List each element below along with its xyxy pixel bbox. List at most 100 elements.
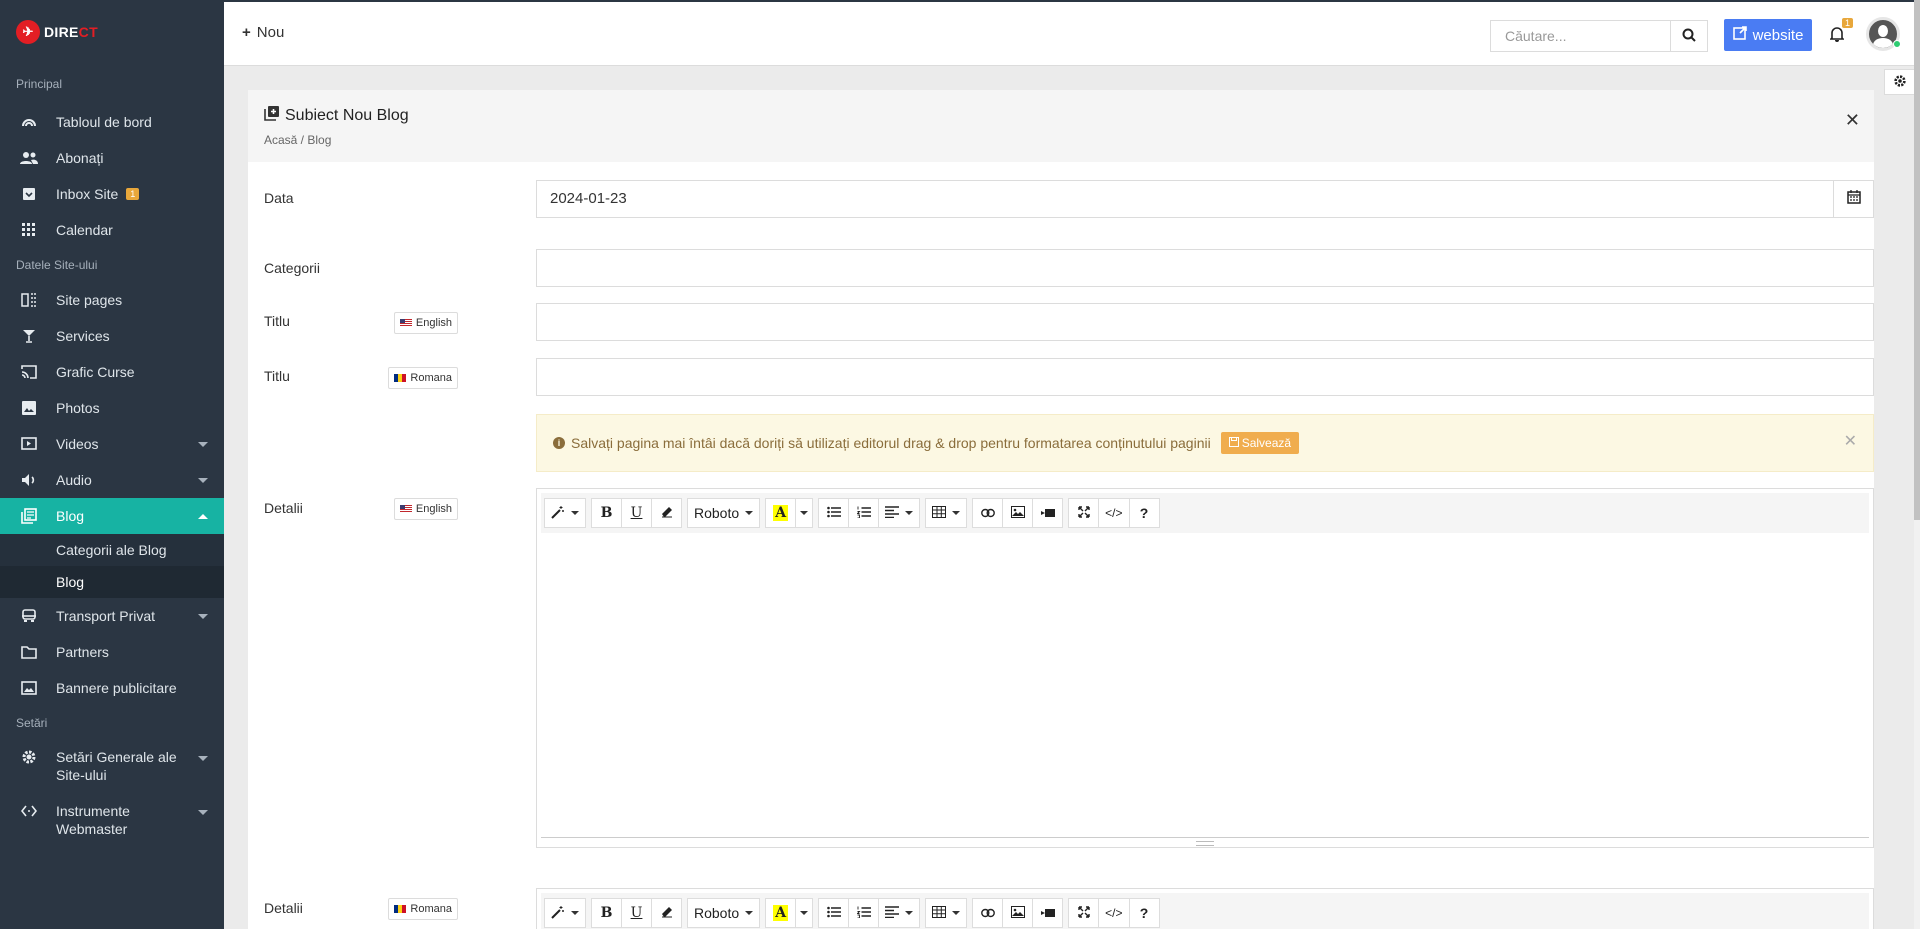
- help-button[interactable]: ?: [1128, 498, 1160, 528]
- sidebar-item-general-settings[interactable]: Setări Generale ale Site-ului: [0, 740, 224, 794]
- date-field[interactable]: 2024-01-23: [536, 180, 1874, 218]
- sidebar-item-transport[interactable]: Transport Privat: [0, 598, 224, 634]
- date-value: 2024-01-23: [550, 190, 627, 207]
- underline-button[interactable]: U: [621, 498, 652, 528]
- sidebar-subitem-blog[interactable]: Blog: [0, 566, 224, 598]
- breadcrumb[interactable]: Acasă / Blog: [264, 133, 1858, 147]
- help-button[interactable]: ?: [1128, 898, 1160, 928]
- drag-drop-alert: i Salvați pagina mai întâi dacă doriți s…: [536, 414, 1874, 472]
- color-dropdown-button[interactable]: [795, 498, 814, 528]
- search-icon: [1682, 28, 1696, 45]
- link-button[interactable]: [972, 898, 1004, 928]
- chevron-down-icon: [952, 511, 961, 515]
- video-button[interactable]: [1032, 898, 1064, 928]
- website-button[interactable]: website: [1724, 19, 1812, 51]
- align-dropdown[interactable]: [878, 498, 921, 528]
- save-button[interactable]: Salvează: [1220, 432, 1300, 454]
- scrollbar[interactable]: [1914, 0, 1920, 929]
- fullscreen-button[interactable]: [1068, 498, 1100, 528]
- bullet-list-button[interactable]: [818, 498, 850, 528]
- sidebar-item-audio[interactable]: Audio: [0, 462, 224, 498]
- numbered-list-button[interactable]: [848, 898, 880, 928]
- sidebar-item-subscribers[interactable]: Abonați: [0, 140, 224, 176]
- eraser-button[interactable]: [651, 498, 682, 528]
- highlight-color-button[interactable]: A: [765, 898, 797, 928]
- save-button-label: Salvează: [1241, 436, 1292, 450]
- magic-wand-button[interactable]: [544, 498, 586, 528]
- table-icon: [932, 505, 947, 521]
- scrollbar-thumb[interactable]: [1914, 0, 1920, 520]
- table-dropdown[interactable]: [925, 498, 968, 528]
- gear-icon: [1893, 74, 1907, 91]
- notification-badge: 1: [1842, 18, 1854, 28]
- sidebar-item-label: Bannere publicitare: [56, 680, 177, 696]
- panel-header: Subiect Nou Blog Acasă / Blog ✕: [248, 90, 1874, 162]
- align-left-icon: [885, 505, 900, 521]
- details-label: Detalii: [264, 900, 303, 916]
- ro-flag-icon: [394, 905, 407, 913]
- website-label: website: [1752, 26, 1804, 44]
- new-button[interactable]: + Nou: [242, 24, 284, 41]
- close-icon[interactable]: ✕: [1845, 110, 1860, 131]
- sidebar-item-videos[interactable]: Videos: [0, 426, 224, 462]
- chevron-down-icon: [800, 511, 809, 515]
- underline-button[interactable]: U: [621, 898, 652, 928]
- font-family-dropdown[interactable]: Roboto: [687, 498, 761, 528]
- sidebar-item-banners[interactable]: Bannere publicitare: [0, 670, 224, 706]
- info-icon: i: [553, 437, 565, 449]
- title-en-field[interactable]: [536, 303, 1874, 341]
- color-dropdown-button[interactable]: [795, 898, 814, 928]
- sidebar-item-calendar[interactable]: Calendar: [0, 212, 224, 248]
- bold-button[interactable]: B: [591, 498, 622, 528]
- calendar-button[interactable]: [1833, 181, 1873, 217]
- plus-icon: +: [242, 24, 251, 41]
- code-view-button[interactable]: </>: [1098, 898, 1130, 928]
- alert-close-icon[interactable]: ✕: [1844, 431, 1857, 451]
- editor-content-area[interactable]: [537, 537, 1873, 837]
- sidebar-item-grafic-curse[interactable]: Grafic Curse: [0, 354, 224, 390]
- eraser-button[interactable]: [651, 898, 682, 928]
- highlight-color-button[interactable]: A: [765, 498, 797, 528]
- align-dropdown[interactable]: [878, 898, 921, 928]
- link-icon: [980, 505, 995, 521]
- blog-form-panel: Subiect Nou Blog Acasă / Blog ✕ Data 202…: [248, 90, 1874, 929]
- bell-icon[interactable]: [1829, 26, 1845, 45]
- numbered-list-button[interactable]: [848, 498, 880, 528]
- categories-field[interactable]: [536, 249, 1874, 287]
- magic-wand-button[interactable]: [544, 898, 586, 928]
- font-family-dropdown[interactable]: Roboto: [687, 898, 761, 928]
- sidebar-item-dashboard[interactable]: Tabloul de bord: [0, 104, 224, 140]
- logo[interactable]: ✈ DIRECT: [0, 0, 224, 64]
- sidebar-item-photos[interactable]: Photos: [0, 390, 224, 426]
- image-button[interactable]: [1002, 498, 1034, 528]
- settings-toggle[interactable]: [1884, 69, 1914, 95]
- link-button[interactable]: [972, 498, 1004, 528]
- image-icon: [20, 399, 38, 417]
- sidebar-item-partners[interactable]: Partners: [0, 634, 224, 670]
- title-ro-field[interactable]: [536, 358, 1874, 396]
- sidebar-subitem-blog-categories[interactable]: Categorii ale Blog: [0, 534, 224, 566]
- folder-icon: [20, 643, 38, 661]
- image-button[interactable]: [1002, 898, 1034, 928]
- gear-icon: [20, 748, 38, 766]
- search-input[interactable]: Căutare...: [1490, 20, 1670, 52]
- calendar-icon: [1846, 190, 1861, 208]
- sidebar-item-inbox[interactable]: Inbox Site 1: [0, 176, 224, 212]
- bold-button[interactable]: B: [591, 898, 622, 928]
- video-button[interactable]: [1032, 498, 1064, 528]
- sidebar-item-webmaster-tools[interactable]: Instrumente Webmaster: [0, 794, 224, 848]
- table-dropdown[interactable]: [925, 898, 968, 928]
- search-button[interactable]: [1670, 20, 1708, 52]
- sidebar-item-label: Abonați: [56, 150, 104, 166]
- sidebar-item-services[interactable]: Services: [0, 318, 224, 354]
- sidebar-item-label: Tabloul de bord: [56, 114, 152, 130]
- fullscreen-button[interactable]: [1068, 898, 1100, 928]
- code-view-button[interactable]: </>: [1098, 498, 1130, 528]
- sidebar-item-site-pages[interactable]: Site pages: [0, 282, 224, 318]
- sidebar-item-blog[interactable]: Blog: [0, 498, 224, 534]
- title-label: Titlu: [264, 313, 290, 329]
- floppy-icon: [1228, 436, 1239, 450]
- sidebar-item-label: Transport Privat: [56, 608, 156, 624]
- bullet-list-button[interactable]: [818, 898, 850, 928]
- editor-resize-handle[interactable]: [541, 837, 1869, 847]
